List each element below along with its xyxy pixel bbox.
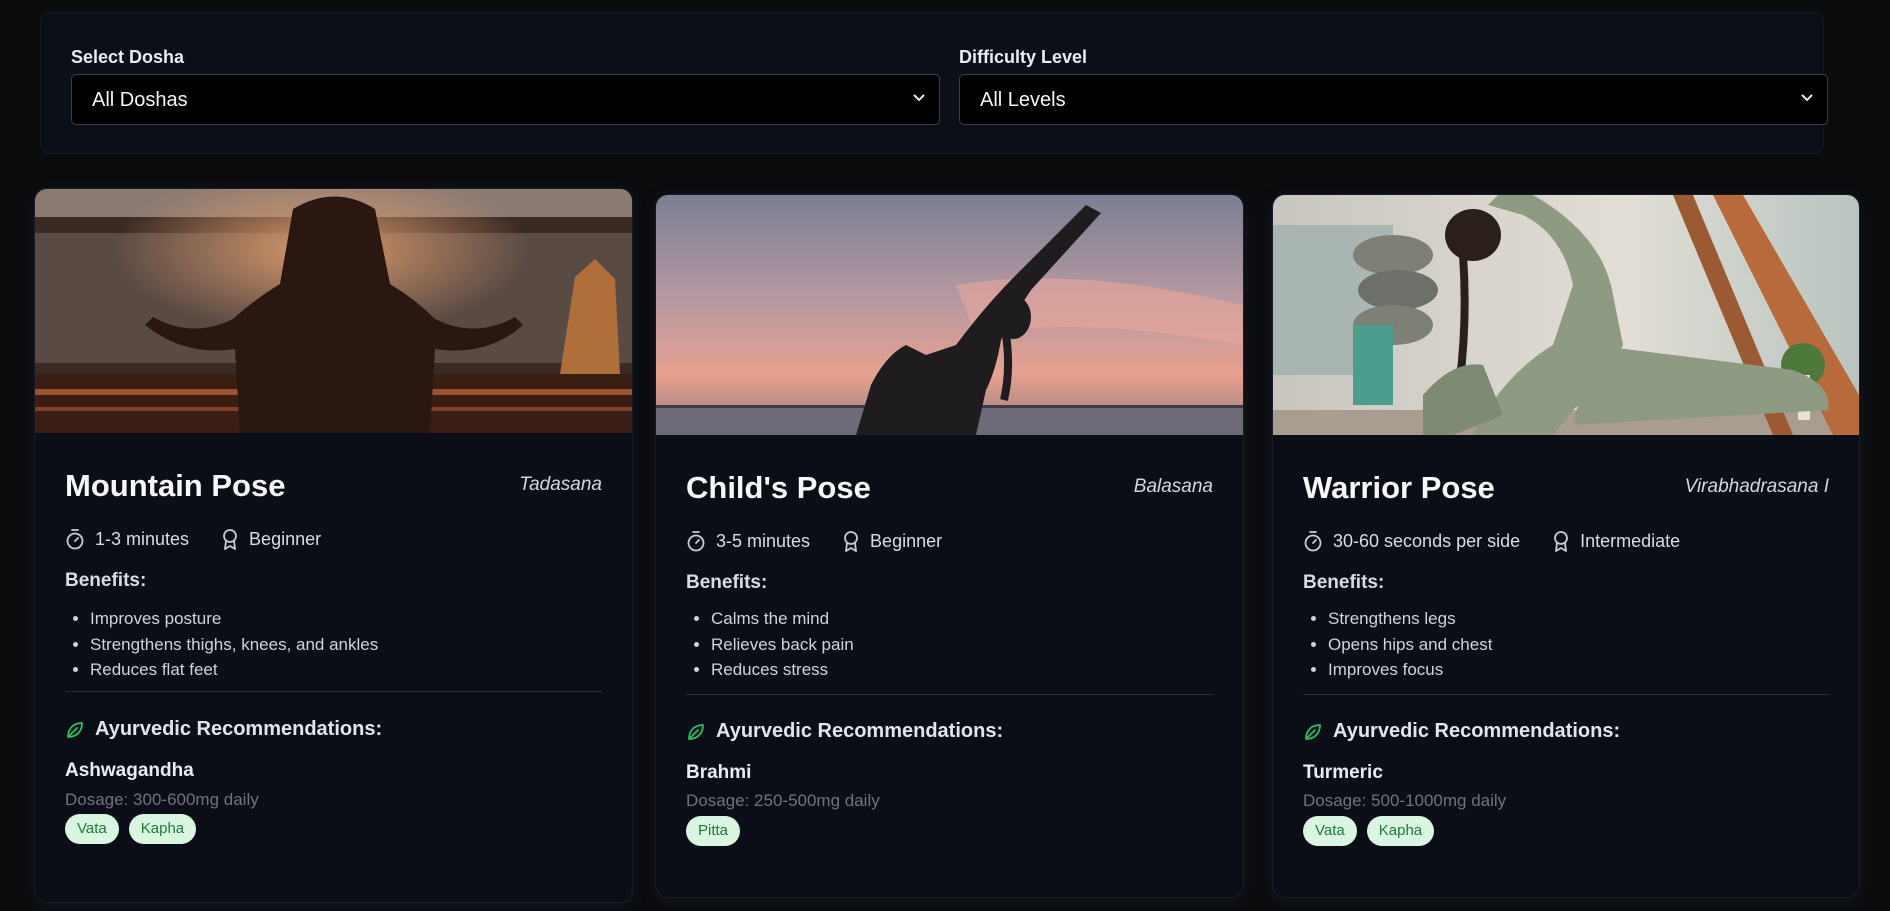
duration: 30-60 seconds per side (1303, 530, 1520, 552)
duration-text: 1-3 minutes (95, 528, 190, 549)
dosha-tags: Vata Kapha (1303, 816, 1444, 846)
timer-icon (1304, 531, 1322, 552)
sanskrit-name: Tadasana (519, 474, 602, 495)
timer-icon (66, 529, 84, 550)
divider (686, 694, 1213, 695)
difficulty-select-value: All Levels (980, 89, 1066, 111)
ayurvedic-title: Ayurvedic Recommendations: (1303, 720, 1620, 743)
divider (1303, 694, 1829, 695)
ayurvedic-title-text: Ayurvedic Recommendations: (95, 718, 383, 740)
dosha-select[interactable]: All Doshas (71, 74, 940, 125)
pose-name: Child's Pose (686, 470, 871, 505)
difficulty-select[interactable]: All Levels (959, 74, 1828, 125)
filter-panel: Select Dosha All Doshas Difficulty Level… (40, 12, 1828, 154)
dosha-filter-label: Select Dosha (71, 47, 185, 67)
leaf-icon (688, 723, 704, 740)
dosha-tags: Pitta (686, 816, 750, 846)
dosage: Dosage: 500-1000mg daily (1303, 791, 1507, 810)
pose-image (35, 189, 632, 433)
pose-name: Warrior Pose (1303, 470, 1495, 505)
pose-meta: 3-5 minutes Beginner (686, 530, 974, 552)
pose-card-body: Child's Pose Balasana 3-5 minutes Beginn… (686, 470, 1213, 890)
benefit-item: Calms the mind (711, 606, 854, 632)
level: Beginner (842, 530, 942, 552)
sanskrit-name: Balasana (1133, 476, 1213, 497)
dosha-select-value: All Doshas (92, 89, 188, 111)
benefits-title: Benefits: (686, 572, 768, 593)
pose-card-body: Mountain Pose Tadasana 1-3 minutes Begin… (65, 468, 602, 898)
pose-image (656, 195, 1243, 435)
difficulty-filter-label: Difficulty Level (959, 47, 1088, 67)
dosha-tag: Pitta (686, 816, 741, 846)
dosage: Dosage: 300-600mg daily (65, 790, 259, 809)
herb-name: Ashwagandha (65, 760, 194, 781)
leaf-icon (67, 721, 83, 738)
benefit-item: Relieves back pain (711, 632, 854, 658)
ayurvedic-title: Ayurvedic Recommendations: (686, 720, 1003, 743)
award-icon (223, 529, 237, 550)
benefit-item: Reduces flat feet (90, 657, 378, 683)
duration-text: 3-5 minutes (716, 530, 811, 551)
dosha-tag: Vata (65, 814, 119, 844)
timer-icon (687, 531, 705, 552)
award-icon (1554, 531, 1569, 552)
herb-name: Turmeric (1303, 762, 1383, 783)
ayurvedic-title-text: Ayurvedic Recommendations: (1333, 720, 1621, 742)
leaf-icon (1305, 723, 1321, 740)
dosha-tags: Vata Kapha (65, 814, 206, 844)
pose-meta: 30-60 seconds per side Intermediate (1303, 530, 1712, 552)
level: Beginner (221, 528, 321, 550)
benefits-list: Calms the mind Relieves back pain Reduce… (686, 606, 854, 683)
dosha-tag: Kapha (128, 814, 197, 844)
chevron-down-icon (913, 94, 925, 102)
benefit-item: Improves focus (1328, 657, 1492, 683)
duration-text: 30-60 seconds per side (1333, 530, 1521, 551)
ayurvedic-title: Ayurvedic Recommendations: (65, 718, 382, 741)
duration: 1-3 minutes (65, 528, 189, 550)
level-text: Intermediate (1580, 530, 1681, 551)
pose-card[interactable]: Warrior Pose Virabhadrasana I 30-60 seco… (1273, 195, 1859, 897)
divider (65, 691, 602, 692)
sanskrit-name: Virabhadrasana I (1684, 476, 1829, 497)
herb-name: Brahmi (686, 762, 752, 783)
level-text: Beginner (249, 528, 322, 549)
award-icon (844, 531, 858, 552)
duration: 3-5 minutes (686, 530, 810, 552)
dosha-tag: Vata (1303, 816, 1357, 846)
benefits-list: Improves posture Strengthens thighs, kne… (65, 606, 378, 683)
chevron-down-icon (1801, 94, 1813, 102)
pose-meta: 1-3 minutes Beginner (65, 528, 353, 550)
pose-card[interactable]: Child's Pose Balasana 3-5 minutes Beginn… (656, 195, 1243, 897)
pose-name: Mountain Pose (65, 468, 286, 503)
benefit-item: Strengthens thighs, knees, and ankles (90, 632, 378, 658)
benefits-list: Strengthens legs Opens hips and chest Im… (1303, 606, 1492, 683)
benefit-item: Opens hips and chest (1328, 632, 1492, 658)
benefits-title: Benefits: (1303, 572, 1385, 593)
benefit-item: Reduces stress (711, 657, 854, 683)
benefits-title: Benefits: (65, 570, 147, 591)
dosage: Dosage: 250-500mg daily (686, 791, 880, 810)
pose-image (1273, 195, 1859, 435)
pose-card-body: Warrior Pose Virabhadrasana I 30-60 seco… (1303, 470, 1829, 890)
dosha-tag: Kapha (1366, 816, 1435, 846)
benefit-item: Strengthens legs (1328, 606, 1492, 632)
benefit-item: Improves posture (90, 606, 378, 632)
level-text: Beginner (870, 530, 943, 551)
pose-card[interactable]: Mountain Pose Tadasana 1-3 minutes Begin… (35, 189, 632, 902)
level: Intermediate (1552, 530, 1680, 552)
ayurvedic-title-text: Ayurvedic Recommendations: (716, 720, 1004, 742)
